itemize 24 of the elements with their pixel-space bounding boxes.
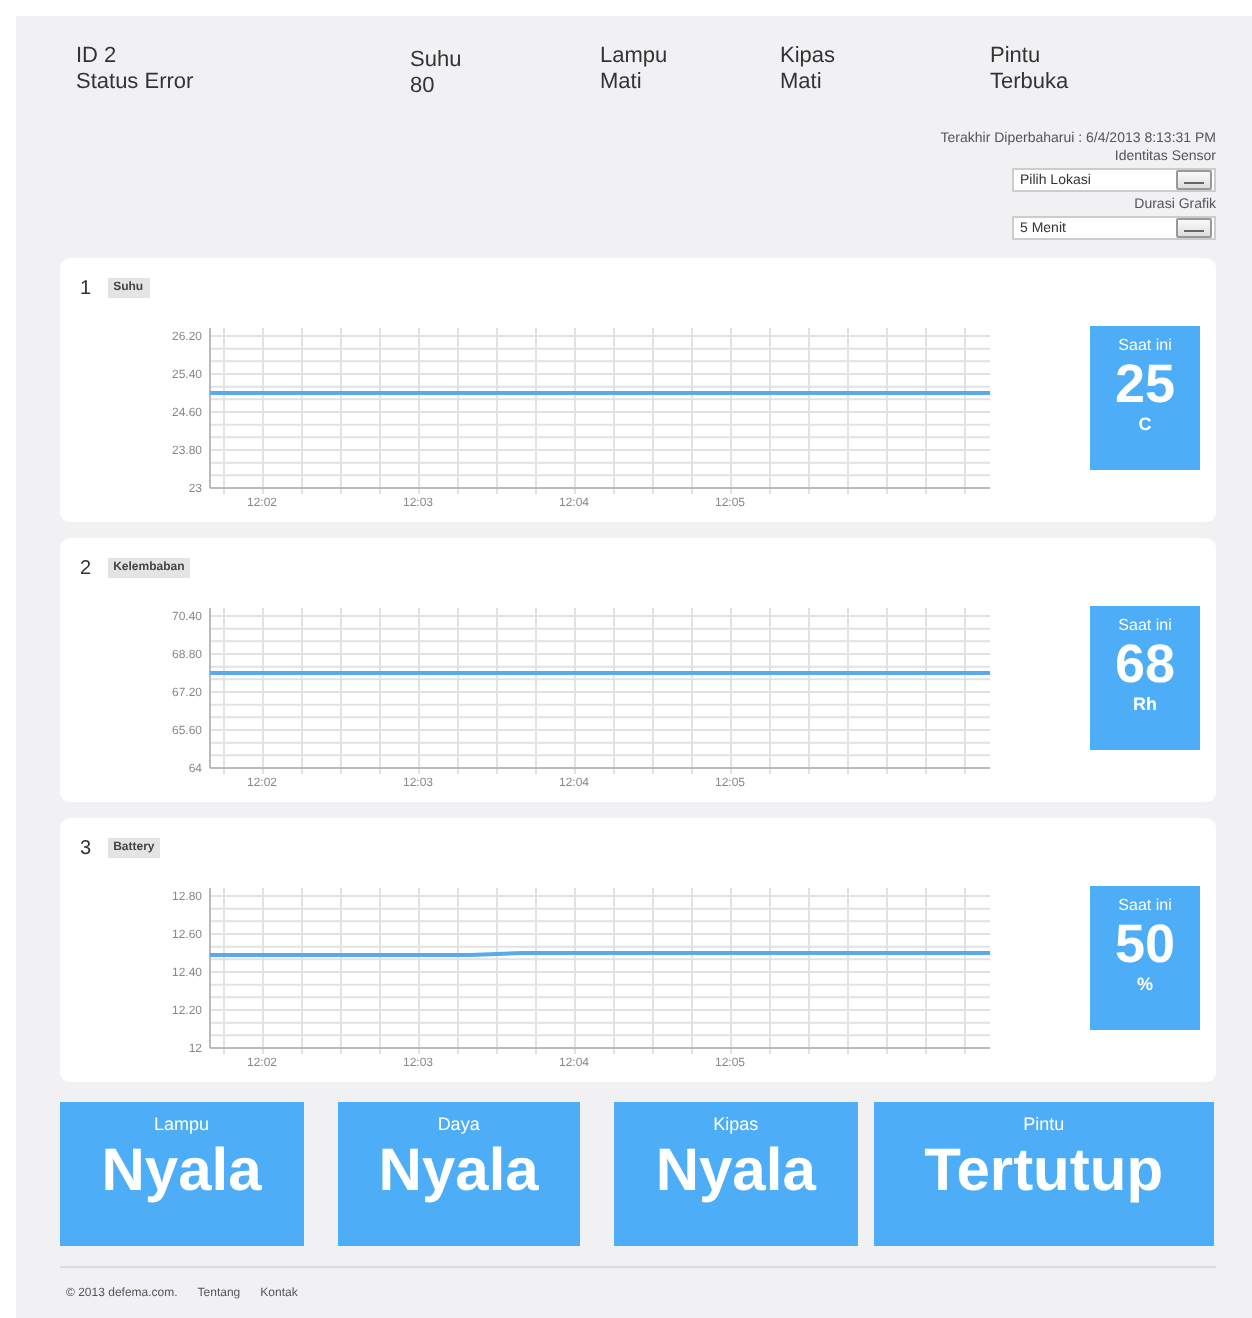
dropdown-button[interactable] [1176,218,1212,238]
reading-label: Kipas [780,44,838,70]
reading-value: 80 [410,74,437,100]
reading-value: Mati [780,70,824,96]
current-value: 50 [1114,914,1176,974]
current-label: Saat ini [1118,336,1172,354]
reading-value: Mati [600,70,644,96]
dropdown-button[interactable] [1176,170,1212,190]
device-id: ID 2 [76,44,119,70]
current-label: Saat ini [1118,616,1172,634]
current-label: Saat ini [1118,896,1172,914]
reading-value: Terbuka [990,70,1071,96]
current-value: 25 [1114,354,1176,414]
sensor-number: 1 [80,277,92,299]
reading-label: Pintu [990,44,1043,70]
reading-label: Lampu [600,44,670,70]
device-status: Status Error [76,70,196,96]
current-value: 68 [1114,634,1176,694]
sensor-number: 2 [80,557,92,579]
sensor-number: 3 [80,837,92,859]
unit-label: Rh [1133,694,1157,714]
reading-label: Suhu [410,48,464,74]
unit-label: % [1136,974,1153,994]
unit-label: C [1138,414,1152,434]
